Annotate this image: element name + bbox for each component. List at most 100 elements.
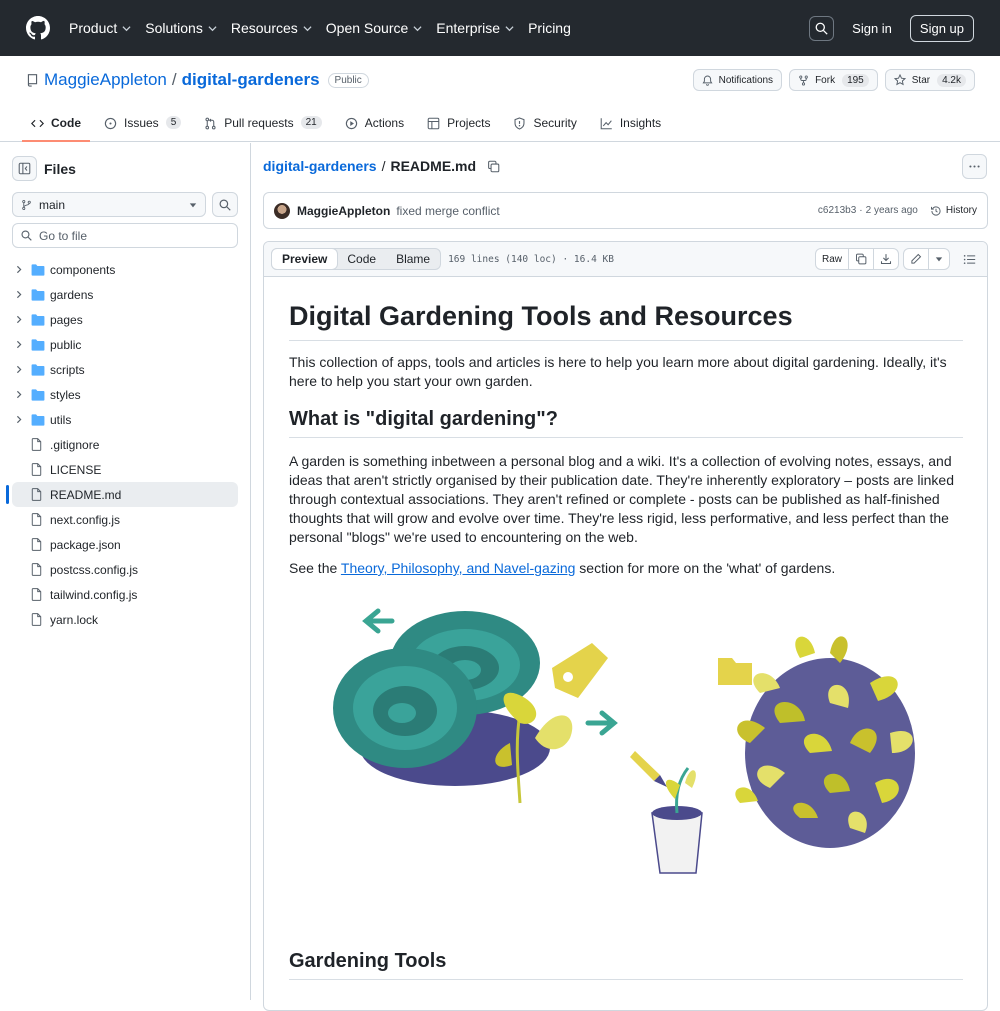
go-to-file-input[interactable] — [39, 228, 219, 243]
outline-button[interactable] — [958, 248, 980, 270]
edit-button[interactable] — [904, 249, 928, 269]
search-icon — [815, 22, 828, 35]
chevron-right-icon[interactable] — [15, 265, 23, 274]
code-icon — [31, 119, 44, 128]
tree-item-label: scripts — [50, 362, 85, 377]
branch-selector[interactable]: main — [12, 192, 206, 217]
tab-insights[interactable]: Insights — [591, 111, 670, 142]
tree-folder-row[interactable]: public — [0, 332, 250, 357]
file-icon — [31, 513, 42, 526]
blame-tab[interactable]: Blame — [386, 249, 440, 269]
tab-security[interactable]: Security — [504, 111, 585, 142]
breadcrumb-repo-link[interactable]: digital-gardeners — [263, 158, 377, 174]
tree-folder-row[interactable]: scripts — [0, 357, 250, 382]
tree-file-row[interactable]: LICENSE — [0, 457, 250, 482]
nav-open-source[interactable]: Open Source — [326, 20, 423, 36]
chevron-down-icon — [208, 25, 217, 31]
tab-pull-requests[interactable]: Pull requests 21 — [195, 111, 331, 142]
tree-file-row[interactable]: .gitignore — [0, 432, 250, 457]
files-header: Files — [12, 156, 76, 181]
kebab-horizontal-icon — [969, 165, 980, 168]
commit-sha[interactable]: c6213b3 — [818, 205, 856, 216]
readme-garden-paragraph: A garden is something inbetween a person… — [289, 453, 955, 545]
seedling-pot-shape — [651, 767, 703, 874]
repo-icon — [27, 74, 38, 87]
chevron-right-icon[interactable] — [15, 290, 23, 299]
tree-folder-row[interactable]: gardens — [0, 282, 250, 307]
chevron-down-icon — [303, 25, 312, 31]
tree-file-row[interactable]: tailwind.config.js — [0, 582, 250, 607]
tree-item-label: package.json — [50, 537, 121, 552]
tab-issues[interactable]: Issues 5 — [95, 111, 190, 142]
nav-resources[interactable]: Resources — [231, 20, 312, 36]
issues-count: 5 — [165, 116, 182, 129]
file-icon — [31, 613, 42, 626]
copy-raw-button[interactable] — [848, 249, 873, 269]
go-to-file-field[interactable] — [12, 223, 238, 248]
search-files-button[interactable] — [212, 192, 238, 217]
chevron-right-icon[interactable] — [15, 415, 23, 424]
sign-up-button[interactable]: Sign up — [909, 14, 974, 42]
nav-pricing[interactable]: Pricing — [528, 20, 571, 36]
raw-button[interactable]: Raw — [816, 249, 848, 269]
nav-enterprise[interactable]: Enterprise — [436, 20, 514, 36]
repo-title: MaggieAppleton / digital-gardeners Publi… — [26, 70, 369, 90]
breadcrumb-file: README.md — [390, 158, 477, 174]
repo-owner-link[interactable]: MaggieAppleton — [44, 70, 167, 90]
garden-illustration — [333, 608, 915, 874]
view-mode-toggle: Preview Code Blame — [271, 248, 442, 270]
chevron-right-icon[interactable] — [15, 365, 23, 374]
repo-name-link[interactable]: digital-gardeners — [182, 70, 320, 90]
tab-label: Insights — [619, 116, 662, 130]
copy-path-icon[interactable] — [487, 160, 500, 173]
fork-button[interactable]: Fork 195 — [789, 69, 878, 91]
tab-code[interactable]: Code — [22, 111, 90, 142]
avatar[interactable] — [274, 202, 290, 219]
preview-tab[interactable]: Preview — [271, 248, 339, 270]
star-label: Star — [911, 74, 931, 86]
history-label: History — [945, 205, 977, 216]
sign-in-link[interactable]: Sign in — [852, 21, 892, 36]
download-button[interactable] — [873, 249, 898, 269]
tree-file-row[interactable]: next.config.js — [0, 507, 250, 532]
tree-folder-row[interactable]: utils — [0, 407, 250, 432]
notifications-button[interactable]: Notifications — [692, 69, 783, 91]
collapse-sidebar-button[interactable] — [12, 156, 37, 181]
nav-solutions[interactable]: Solutions — [145, 20, 217, 36]
nav-product[interactable]: Product — [69, 20, 131, 36]
tree-file-row[interactable]: README.md — [6, 482, 238, 507]
branch-name: main — [39, 197, 66, 212]
tree-folder-row[interactable]: styles — [0, 382, 250, 407]
nav-label: Pricing — [528, 20, 571, 36]
tree-folder-row[interactable]: pages — [0, 307, 250, 332]
history-button[interactable]: History — [930, 205, 977, 217]
folder-icon — [31, 388, 45, 401]
readme-see-paragraph: See the Theory, Philosophy, and Navel-ga… — [289, 559, 963, 578]
tree-file-row[interactable]: package.json — [0, 532, 250, 557]
tree-folder-row[interactable]: components — [0, 257, 250, 282]
shield-icon — [514, 117, 525, 130]
github-logo-icon[interactable] — [26, 16, 50, 40]
star-button[interactable]: Star 4.2k — [884, 69, 975, 91]
tree-file-row[interactable]: yarn.lock — [0, 607, 250, 632]
search-button[interactable] — [809, 15, 835, 41]
chevron-right-icon[interactable] — [15, 340, 23, 349]
branch-icon — [22, 199, 31, 210]
latest-commit-box: MaggieAppleton fixed merge conflict c621… — [263, 192, 988, 229]
issue-icon — [104, 117, 117, 130]
tab-actions[interactable]: Actions — [336, 111, 413, 142]
theory-philosophy-link[interactable]: Theory, Philosophy, and Navel-gazing — [341, 560, 576, 576]
fork-label: Fork — [815, 74, 836, 86]
readme-content: Digital Gardening Tools and Resources Th… — [289, 277, 963, 578]
tree-file-row[interactable]: postcss.config.js — [0, 557, 250, 582]
tab-projects[interactable]: Projects — [418, 111, 499, 142]
more-options-button[interactable] — [962, 154, 987, 179]
edit-options-button[interactable] — [928, 249, 949, 269]
commit-author[interactable]: MaggieAppleton — [297, 204, 390, 218]
repo-tabs: Code Issues 5 Pull requests 21 Actions P… — [22, 111, 675, 142]
chevron-right-icon[interactable] — [15, 390, 23, 399]
code-tab[interactable]: Code — [337, 249, 386, 269]
commit-message[interactable]: fixed merge conflict — [396, 204, 499, 218]
file-tree-sidebar: Files main components gardens pages public s… — [0, 143, 251, 1000]
chevron-right-icon[interactable] — [15, 315, 23, 324]
